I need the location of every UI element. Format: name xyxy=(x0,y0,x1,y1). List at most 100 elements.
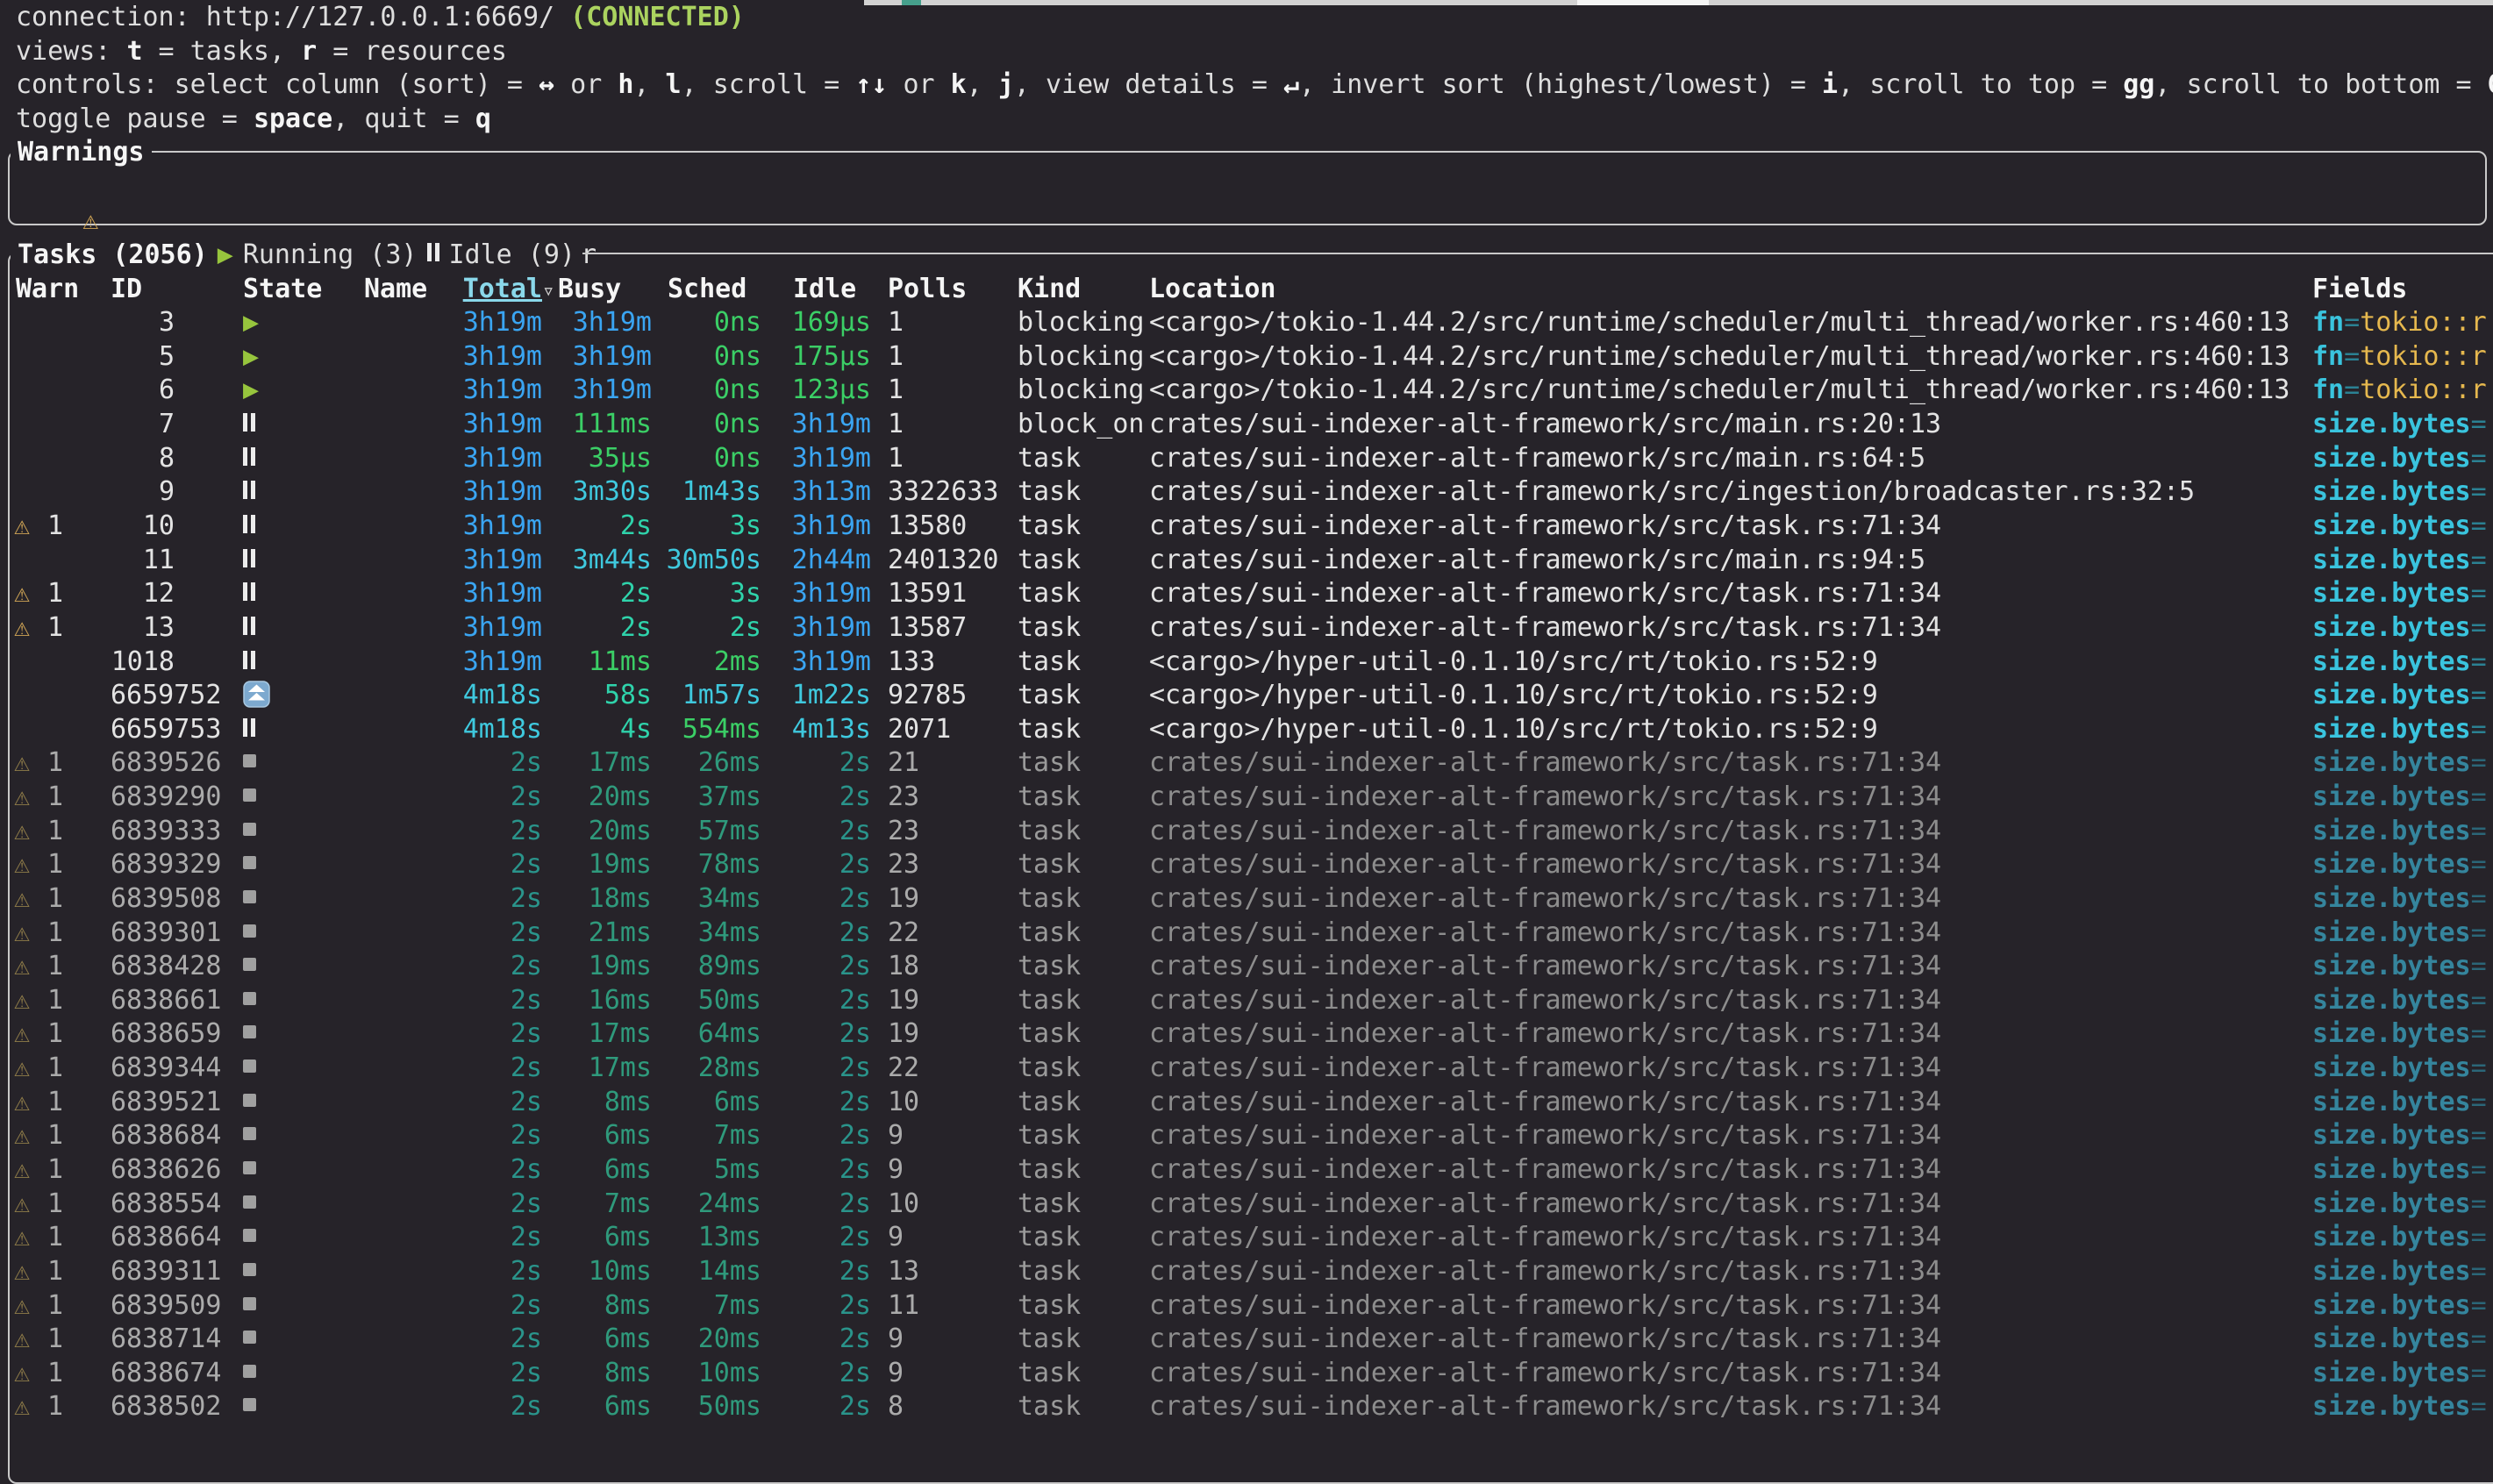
task-row-9[interactable]: 93h19m3m30s1m43s3h13m3322633taskcrates/s… xyxy=(0,474,2493,509)
busy-duration: 17ms xyxy=(589,1017,652,1051)
task-row-6838502[interactable]: ⚠168385022s6ms50ms2s8taskcrates/sui-inde… xyxy=(0,1389,2493,1423)
task-row-6838659[interactable]: ⚠168386592s17ms64ms2s19taskcrates/sui-in… xyxy=(0,1017,2493,1051)
busy-duration: 3m30s xyxy=(573,474,652,509)
sched-duration: 7ms xyxy=(714,1118,761,1152)
task-row-6839509[interactable]: ⚠168395092s8ms7ms2s11taskcrates/sui-inde… xyxy=(0,1288,2493,1323)
sched-duration: 6ms xyxy=(714,1085,761,1119)
task-row-13[interactable]: ⚠1133h19m2s2s3h19m13587taskcrates/sui-in… xyxy=(0,610,2493,645)
task-row-6659752[interactable]: 66597524m18s58s1m57s1m22s92785task<cargo… xyxy=(0,678,2493,712)
task-location: crates/sui-indexer-alt-framework/src/tas… xyxy=(1149,1118,1941,1152)
total-duration: 2s xyxy=(511,1085,542,1119)
task-row-6839526[interactable]: ⚠168395262s17ms26ms2s21taskcrates/sui-in… xyxy=(0,746,2493,780)
task-row-6838714[interactable]: ⚠168387142s6ms20ms2s9taskcrates/sui-inde… xyxy=(0,1322,2493,1356)
warning-icon: ⚠ xyxy=(14,847,30,881)
task-row-6839333[interactable]: ⚠168393332s20ms57ms2s23taskcrates/sui-in… xyxy=(0,814,2493,848)
column-header-state[interactable]: State xyxy=(243,272,322,306)
column-header-location[interactable]: Location xyxy=(1149,272,1276,306)
column-header-total-sorted[interactable]: Total xyxy=(463,272,542,306)
task-kind: block_on xyxy=(1018,407,1145,441)
completed-state-icon xyxy=(243,1356,256,1390)
task-id: 3 xyxy=(111,305,175,339)
total-duration: 3h19m xyxy=(463,576,542,610)
task-location: crates/sui-indexer-alt-framework/src/tas… xyxy=(1149,1017,1941,1051)
sched-duration: 10ms xyxy=(698,1356,761,1390)
task-row-6838554[interactable]: ⚠168385542s7ms24ms2s10taskcrates/sui-ind… xyxy=(0,1187,2493,1221)
column-header-sched[interactable]: Sched xyxy=(668,272,746,306)
sched-duration: 30m50s xyxy=(667,543,761,577)
sched-duration: 34ms xyxy=(698,916,761,950)
column-header-warn[interactable]: Warn xyxy=(16,272,79,306)
warn-count: 1 xyxy=(47,814,63,848)
task-row-10[interactable]: ⚠1103h19m2s3s3h19m13580taskcrates/sui-in… xyxy=(0,509,2493,543)
sched-duration: 37ms xyxy=(698,780,761,814)
idle-duration: 3h19m xyxy=(792,509,871,543)
total-duration: 3h19m xyxy=(463,474,542,509)
task-row-6839311[interactable]: ⚠168393112s10ms14ms2s13taskcrates/sui-in… xyxy=(0,1254,2493,1288)
idle-duration: 2s xyxy=(839,814,871,848)
task-row-6838664[interactable]: ⚠168386642s6ms13ms2s9taskcrates/sui-inde… xyxy=(0,1220,2493,1254)
warn-count: 1 xyxy=(47,1118,63,1152)
task-row-8[interactable]: 83h19m35µs0ns3h19m1taskcrates/sui-indexe… xyxy=(0,441,2493,475)
task-location: <cargo>/hyper-util-0.1.10/src/rt/tokio.r… xyxy=(1149,712,1878,746)
polls-count: 1 xyxy=(888,339,904,374)
column-header-polls[interactable]: Polls xyxy=(888,272,967,306)
task-kind: task xyxy=(1018,847,1081,881)
task-row-6839301[interactable]: ⚠168393012s21ms34ms2s22taskcrates/sui-in… xyxy=(0,916,2493,950)
task-row-6838661[interactable]: ⚠168386612s16ms50ms2s19taskcrates/sui-in… xyxy=(0,983,2493,1017)
task-row-6838626[interactable]: ⚠168386262s6ms5ms2s9taskcrates/sui-index… xyxy=(0,1152,2493,1187)
task-location: crates/sui-indexer-alt-framework/src/tas… xyxy=(1149,881,1941,916)
column-header-busy[interactable]: Busy xyxy=(558,272,621,306)
task-row-6838428[interactable]: ⚠168384282s19ms89ms2s18taskcrates/sui-in… xyxy=(0,949,2493,983)
warning-icon: ⚠ xyxy=(14,881,30,916)
total-duration: 3h19m xyxy=(463,407,542,441)
task-location: crates/sui-indexer-alt-framework/src/tas… xyxy=(1149,949,1941,983)
task-row-3[interactable]: 3▶3h19m3h19m0ns169µs1blocking<cargo>/tok… xyxy=(0,305,2493,339)
task-row-6838674[interactable]: ⚠168386742s8ms10ms2s9taskcrates/sui-inde… xyxy=(0,1356,2493,1390)
busy-duration: 17ms xyxy=(589,1051,652,1085)
task-row-12[interactable]: ⚠1123h19m2s3s3h19m13591taskcrates/sui-in… xyxy=(0,576,2493,610)
task-row-6838684[interactable]: ⚠168386842s6ms7ms2s9taskcrates/sui-index… xyxy=(0,1118,2493,1152)
column-header-name[interactable]: Name xyxy=(364,272,427,306)
column-header-fields[interactable]: Fields xyxy=(2312,272,2407,306)
polls-count: 2401320 xyxy=(888,543,998,577)
busy-duration: 6ms xyxy=(604,1152,652,1187)
column-header-idle[interactable]: Idle xyxy=(793,272,856,306)
task-kind: task xyxy=(1018,916,1081,950)
task-row-6839344[interactable]: ⚠168393442s17ms28ms2s22taskcrates/sui-in… xyxy=(0,1051,2493,1085)
task-id: 6839508 xyxy=(111,881,221,916)
task-fields: size.bytes= xyxy=(2312,1051,2487,1085)
idle-duration: 2s xyxy=(839,1051,871,1085)
task-row-6839521[interactable]: ⚠168395212s8ms6ms2s10taskcrates/sui-inde… xyxy=(0,1085,2493,1119)
task-location: crates/sui-indexer-alt-framework/src/tas… xyxy=(1149,1254,1941,1288)
completed-state-icon xyxy=(243,1085,256,1119)
column-header-id[interactable]: ID xyxy=(111,272,142,306)
views-help-line: views: t = tasks, r = resources xyxy=(16,34,507,68)
task-row-7[interactable]: 73h19m111ms0ns3h19m1block_oncrates/sui-i… xyxy=(0,407,2493,441)
warning-icon: ⚠ xyxy=(14,1356,30,1390)
task-row-6839508[interactable]: ⚠168395082s18ms34ms2s19taskcrates/sui-in… xyxy=(0,881,2493,916)
task-kind: task xyxy=(1018,509,1081,543)
task-id: 6839333 xyxy=(111,814,221,848)
sched-duration: 26ms xyxy=(698,746,761,780)
task-row-11[interactable]: 113h19m3m44s30m50s2h44m2401320taskcrates… xyxy=(0,543,2493,577)
idle-duration: 3h19m xyxy=(792,441,871,475)
task-row-6659753[interactable]: 66597534m18s4s554ms4m13s2071task<cargo>/… xyxy=(0,712,2493,746)
column-header-kind[interactable]: Kind xyxy=(1018,272,1081,306)
task-row-1018[interactable]: 10183h19m11ms2ms3h19m133task<cargo>/hype… xyxy=(0,645,2493,679)
warnings-panel xyxy=(8,151,2487,225)
total-duration: 2s xyxy=(511,814,542,848)
controls-help-line: controls: select column (sort) = ↔ or h,… xyxy=(16,68,2493,102)
polls-count: 23 xyxy=(888,780,919,814)
task-row-6839329[interactable]: ⚠168393292s19ms78ms2s23taskcrates/sui-in… xyxy=(0,847,2493,881)
task-row-5[interactable]: 5▶3h19m3h19m0ns175µs1blocking<cargo>/tok… xyxy=(0,339,2493,374)
completed-state-icon xyxy=(243,1220,256,1254)
task-row-6[interactable]: 6▶3h19m3h19m0ns123µs1blocking<cargo>/tok… xyxy=(0,373,2493,407)
idle-duration: 2s xyxy=(839,949,871,983)
completed-state-icon xyxy=(243,1322,256,1356)
task-row-6839290[interactable]: ⚠168392902s20ms37ms2s23taskcrates/sui-in… xyxy=(0,780,2493,814)
idle-duration: 1m22s xyxy=(792,678,871,712)
polls-count: 133 xyxy=(888,645,935,679)
warn-count: 1 xyxy=(47,1152,63,1187)
task-kind: task xyxy=(1018,1254,1081,1288)
task-id: 6838659 xyxy=(111,1017,221,1051)
